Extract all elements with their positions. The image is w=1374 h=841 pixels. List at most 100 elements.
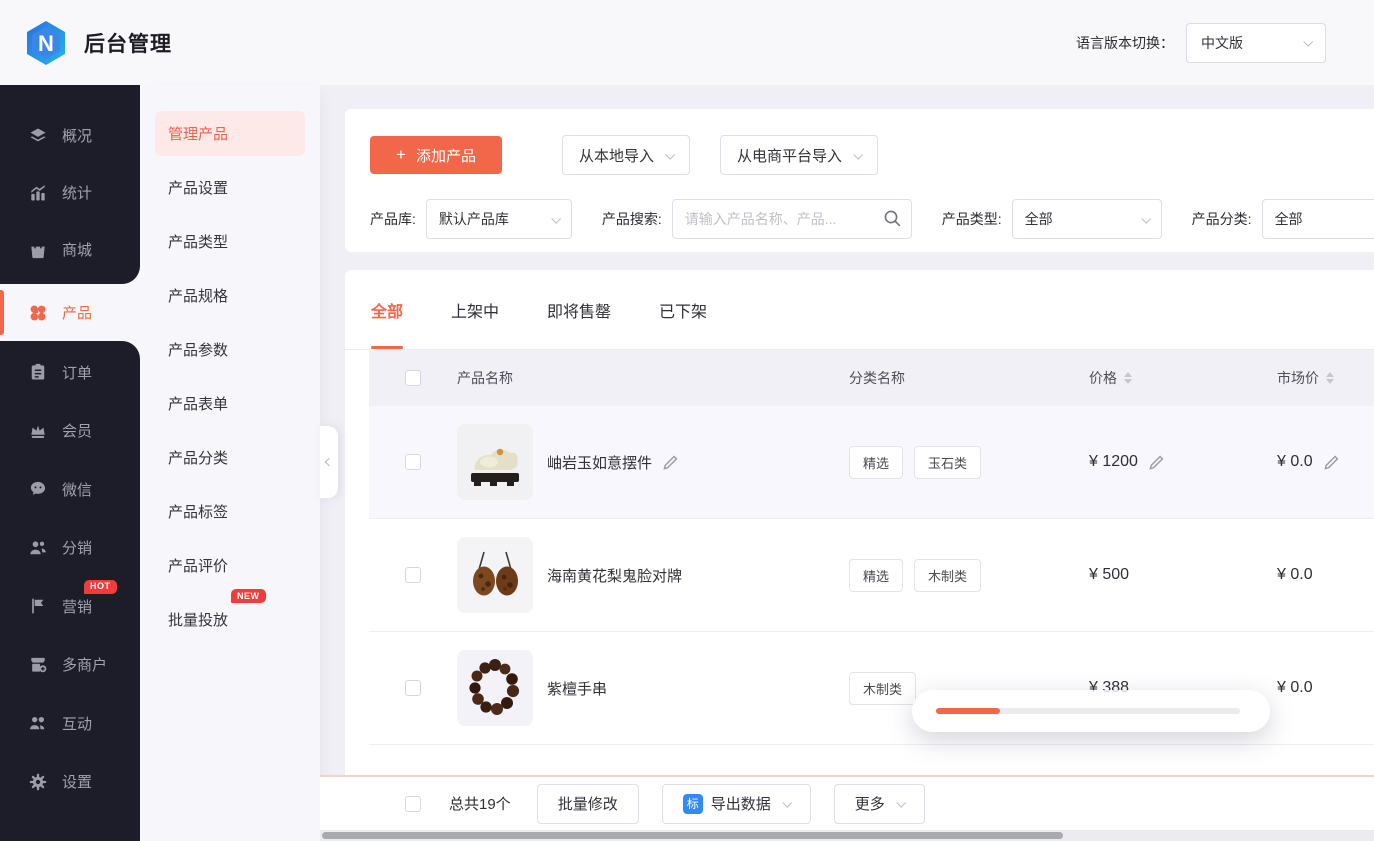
sidebar-item-marketing[interactable]: 营销 HOT (0, 577, 140, 636)
column-header-category: 分类名称 (849, 370, 905, 386)
product-image-wood-pendants (457, 537, 533, 613)
batch-edit-button[interactable]: 批量修改 (536, 783, 639, 824)
people-share-icon (30, 541, 46, 554)
row-checkbox[interactable] (405, 567, 421, 583)
tag-category[interactable]: 木制类 (849, 671, 917, 705)
edit-market-price-icon[interactable] (1323, 454, 1340, 471)
submenu-item-product-reviews[interactable]: 产品评价 (155, 543, 305, 588)
submenu-item-product-types[interactable]: 产品类型 (155, 219, 305, 264)
submenu-collapse-handle[interactable] (320, 426, 338, 498)
sidebar-item-distribution[interactable]: 分销 (0, 519, 140, 578)
sidebar-item-members[interactable]: 会员 (0, 402, 140, 461)
footer-select-all-checkbox[interactable] (405, 795, 421, 812)
shopping-bag-icon (31, 241, 45, 258)
horizontal-scrollbar[interactable] (320, 830, 1374, 841)
sidebar-item-orders[interactable]: 订单 (0, 343, 140, 402)
chevron-down-icon (551, 213, 562, 224)
flag-icon (32, 598, 44, 614)
submenu-item-manage-products[interactable]: 管理产品 (155, 111, 305, 156)
tab-off-shelf[interactable]: 已下架 (659, 270, 707, 349)
price-sort-icon[interactable] (1124, 372, 1132, 384)
row-checkbox[interactable] (405, 680, 421, 696)
submenu-item-product-params[interactable]: 产品参数 (155, 327, 305, 372)
product-image-bead-bracelet (457, 650, 533, 726)
import-local-button[interactable]: 从本地导入 (561, 135, 690, 175)
market-price-sort-icon[interactable] (1326, 372, 1334, 384)
sidebar-item-mall[interactable]: 商城 (0, 221, 140, 278)
submenu-item-label: 产品类型 (168, 234, 229, 251)
export-tag-icon: 标 (682, 793, 703, 814)
export-data-label: 导出数据 (710, 796, 771, 813)
table-header-row: 产品名称 分类名称 价格 市场价 (369, 350, 1374, 406)
tag-category[interactable]: 木制类 (914, 558, 982, 592)
export-data-button[interactable]: 标 导出数据 (661, 783, 811, 824)
add-product-button[interactable]: + 添加产品 (370, 136, 502, 174)
product-search-input[interactable] (671, 199, 912, 239)
two-people-icon (30, 717, 45, 730)
more-label: 更多 (854, 796, 885, 813)
add-product-label: 添加产品 (415, 147, 476, 165)
sidebar-item-label: 互动 (62, 715, 93, 733)
sidebar-item-label: 商城 (62, 242, 93, 259)
sidebar-item-label: 会员 (62, 423, 93, 441)
submenu-item-label: 产品设置 (168, 180, 229, 197)
more-button[interactable]: 更多 (833, 783, 925, 824)
library-select[interactable]: 默认产品库 (425, 199, 572, 239)
submenu-item-product-forms[interactable]: 产品表单 (155, 381, 305, 426)
submenu-item-product-categories[interactable]: 产品分类 (155, 435, 305, 480)
tag-category[interactable]: 玉石类 (914, 445, 982, 479)
stats-icon (31, 184, 45, 200)
tab-all[interactable]: 全部 (371, 270, 404, 349)
sidebar-item-label-wrap: 营销 HOT (62, 579, 117, 617)
tab-on-sale[interactable]: 上架中 (451, 270, 499, 349)
submenu-item-product-tags[interactable]: 产品标签 (155, 489, 305, 534)
import-platform-button[interactable]: 从电商平台导入 (719, 135, 878, 175)
product-name: 岫岩玉如意摆件 (547, 454, 653, 472)
select-all-checkbox[interactable] (405, 370, 421, 386)
app-logo-icon: N (27, 20, 65, 65)
new-badge: NEW (231, 589, 266, 603)
tag-featured[interactable]: 精选 (849, 558, 904, 592)
price-value: ¥ 500 (1089, 566, 1130, 583)
chevron-down-icon (665, 149, 676, 160)
edit-price-icon[interactable] (1148, 454, 1165, 471)
language-select[interactable]: 中文版 (1186, 22, 1326, 63)
sidebar-item-interaction[interactable]: 互动 (0, 694, 140, 753)
sidebar-item-stats[interactable]: 统计 (0, 164, 140, 221)
chevron-down-icon (1140, 213, 1151, 224)
submenu-item-label: 批量投放 (168, 612, 229, 629)
sidebar-item-settings[interactable]: 设置 (0, 753, 140, 812)
import-platform-label: 从电商平台导入 (736, 147, 842, 165)
tag-featured[interactable]: 精选 (849, 445, 904, 479)
sidebar-item-label: 产品 (62, 305, 93, 322)
category-select-value: 全部 (1274, 211, 1303, 227)
submenu-item-batch-publish[interactable]: 批量投放 NEW (155, 589, 305, 642)
batch-edit-label: 批量修改 (557, 796, 618, 813)
category-select[interactable]: 全部 (1261, 199, 1374, 239)
batch-action-bar: 总共19个 批量修改 标 导出数据 更多 (320, 775, 1374, 830)
sidebar-item-overview[interactable]: 概况 (0, 107, 140, 164)
submenu-item-label: 产品参数 (168, 342, 229, 359)
submenu-item-product-settings[interactable]: 产品设置 (155, 165, 305, 210)
search-icon[interactable] (883, 209, 902, 228)
tab-almost-sold-out[interactable]: 即将售罄 (547, 270, 611, 349)
app-title: 后台管理 (84, 32, 172, 56)
wechat-icon (30, 482, 46, 496)
row-checkbox[interactable] (405, 454, 421, 470)
tab-label: 上架中 (451, 303, 500, 321)
active-tab-underline (371, 346, 404, 349)
import-local-label: 从本地导入 (578, 147, 654, 165)
sidebar-block-top: 概况 统计 商城 (0, 85, 140, 284)
sidebar-item-wechat[interactable]: 微信 (0, 460, 140, 519)
hot-badge: HOT (84, 579, 117, 594)
sidebar-item-multi-merchant[interactable]: 多商户 (0, 636, 140, 695)
sidebar-item-product[interactable]: 产品 (0, 284, 140, 341)
product-image-jade-ornament (457, 424, 533, 500)
edit-name-icon[interactable] (662, 454, 679, 471)
type-filter-label: 产品类型: (941, 211, 1002, 227)
horizontal-scrollbar-thumb[interactable] (322, 832, 1063, 839)
type-select[interactable]: 全部 (1011, 199, 1162, 239)
submenu-item-product-specs[interactable]: 产品规格 (155, 273, 305, 318)
progress-bar-fill (936, 708, 1000, 714)
product-table: 产品名称 分类名称 价格 市场价 岫岩玉如意摆件 精选 玉石类 ¥ 1200 ¥… (369, 350, 1374, 745)
